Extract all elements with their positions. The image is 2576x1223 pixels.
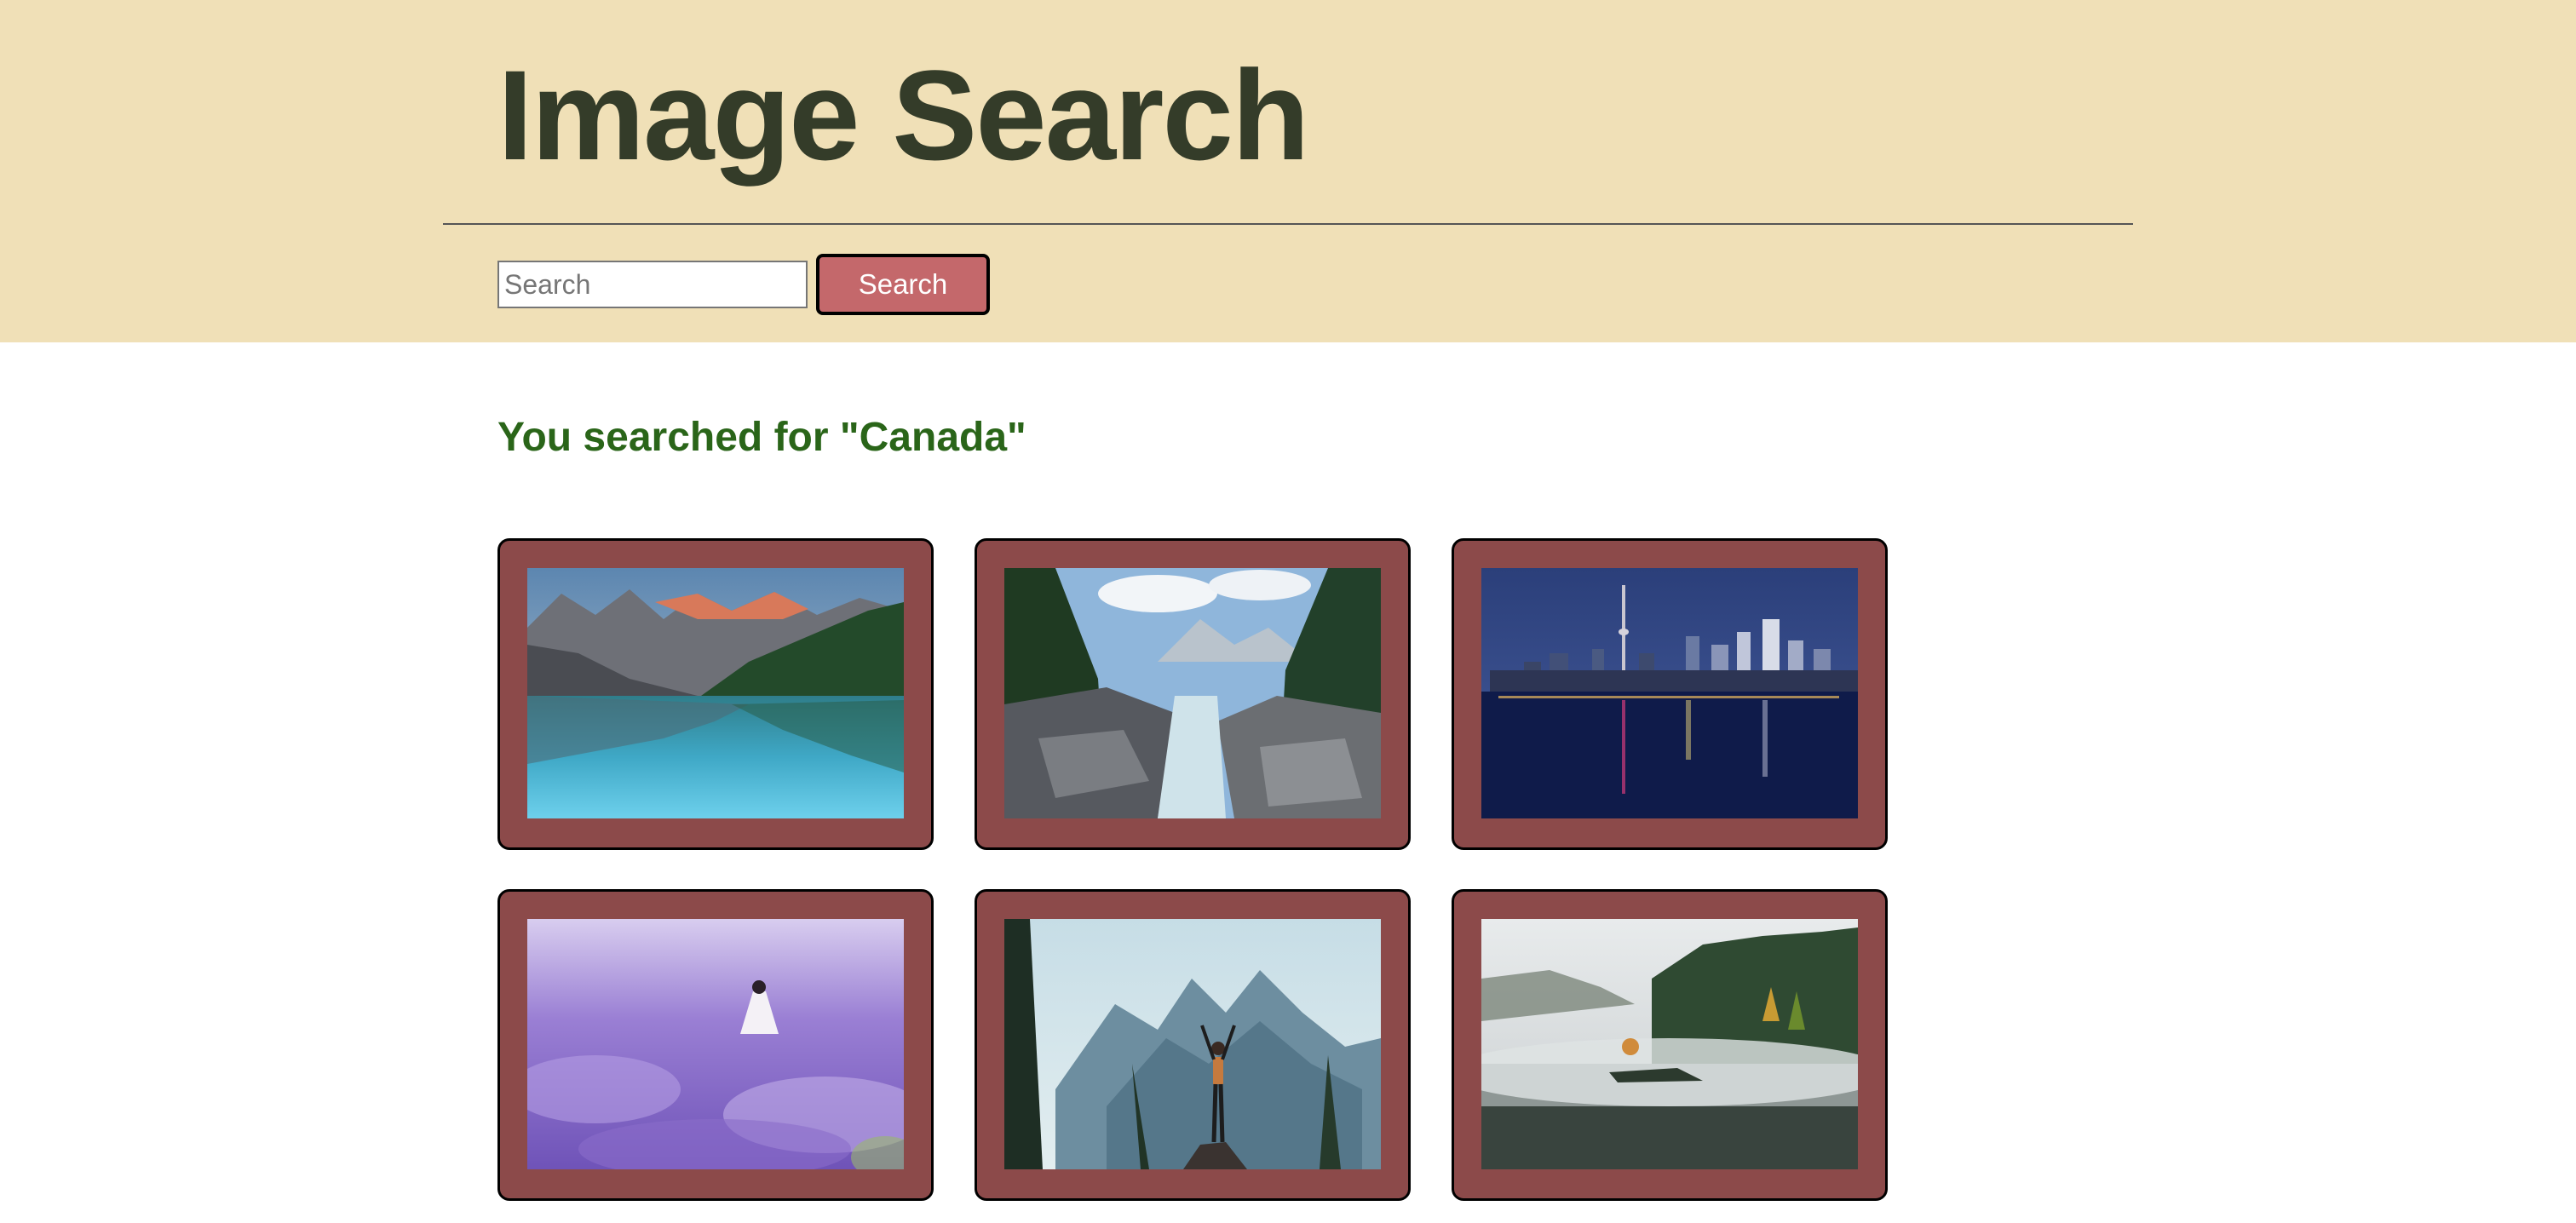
search-button[interactable]: Search [816, 254, 990, 315]
search-input[interactable] [497, 261, 808, 308]
image-city-skyline [1481, 568, 1858, 818]
image-grid [497, 538, 1888, 1201]
page-title: Image Search [497, 43, 1310, 187]
image-card[interactable] [975, 538, 1411, 850]
image-card[interactable] [497, 889, 934, 1201]
image-card[interactable] [1452, 538, 1888, 850]
header: Image Search Search [0, 0, 2576, 342]
image-card[interactable] [1452, 889, 1888, 1201]
header-divider [443, 223, 2133, 225]
image-river-canyon [1004, 568, 1381, 818]
image-hiker-mountain [1004, 919, 1381, 1169]
image-card[interactable] [975, 889, 1411, 1201]
image-card[interactable] [497, 538, 934, 850]
results-heading: You searched for "Canada" [497, 415, 1026, 460]
image-lake-mountains [527, 568, 904, 818]
image-lavender-field [527, 919, 904, 1169]
search-bar: Search [497, 254, 990, 315]
image-misty-lake [1481, 919, 1858, 1169]
